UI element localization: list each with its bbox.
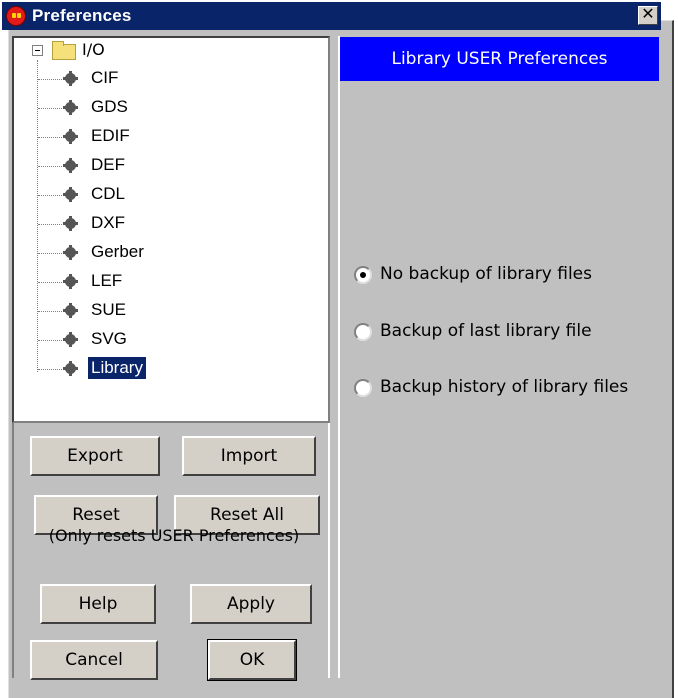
leaf-bullet-icon: [63, 274, 78, 289]
export-button[interactable]: Export: [30, 436, 160, 476]
tree-item-label: SUE: [91, 300, 126, 319]
collapse-icon[interactable]: [32, 45, 43, 56]
reset-note: (Only resets USER Preferences): [48, 526, 300, 545]
tree-item-label: DEF: [91, 155, 125, 174]
radio-label: Backup of last library file: [380, 321, 592, 341]
leaf-bullet-icon: [63, 129, 78, 144]
import-button[interactable]: Import: [182, 436, 316, 476]
radio-button-checked[interactable]: [354, 266, 372, 284]
tree-item-label: Gerber: [91, 242, 144, 261]
cancel-button[interactable]: Cancel: [30, 640, 158, 680]
radio-button[interactable]: [354, 379, 372, 397]
panel-header: Library USER Preferences: [340, 37, 659, 81]
tree-connector: [38, 253, 64, 254]
tree-connector: [38, 108, 64, 109]
tree-connector: [38, 166, 64, 167]
app-icon: [6, 6, 26, 26]
preferences-tree[interactable]: I/O CIF GDS EDIF DEF CDL DXF Gerber LEF …: [12, 36, 330, 423]
help-button[interactable]: Help: [40, 584, 156, 624]
tree-item-label: GDS: [91, 97, 128, 116]
leaf-bullet-icon: [63, 216, 78, 231]
radio-button[interactable]: [354, 323, 372, 341]
tree-connector: [38, 137, 64, 138]
tree-item-label: LEF: [91, 271, 123, 290]
tree-connector: [38, 195, 64, 196]
tree-item-label: CDL: [91, 184, 126, 203]
settings-panel: [338, 36, 658, 678]
tree-connector: [38, 224, 64, 225]
leaf-bullet-icon: [63, 245, 78, 260]
radio-label: Backup history of library files: [380, 377, 629, 397]
tree-connector-line: [37, 60, 38, 372]
ok-button[interactable]: OK: [207, 639, 297, 681]
title-bar[interactable]: Preferences ✕: [2, 2, 661, 30]
leaf-bullet-icon: [63, 332, 78, 347]
tree-connector: [38, 282, 64, 283]
close-icon: ✕: [641, 6, 655, 23]
folder-icon: [52, 41, 76, 60]
tree-connector: [38, 311, 64, 312]
close-button[interactable]: ✕: [638, 6, 658, 25]
leaf-bullet-icon: [63, 100, 78, 115]
tree-connector: [38, 340, 64, 341]
tree-item-label: CIF: [91, 68, 119, 87]
leaf-bullet-icon: [63, 158, 78, 173]
window-title: Preferences: [32, 6, 132, 25]
tree-connector: [38, 79, 64, 80]
tree-node-label: I/O: [82, 40, 105, 59]
tree-item-label: EDIF: [91, 126, 130, 145]
tree-connector: [38, 369, 64, 370]
leaf-bullet-icon: [63, 187, 78, 202]
leaf-bullet-icon: [63, 303, 78, 318]
tree-item-label: Library: [88, 357, 146, 379]
leaf-bullet-icon: [63, 361, 78, 376]
radio-label: No backup of library files: [380, 264, 593, 284]
tree-item-label: DXF: [91, 213, 125, 232]
apply-button[interactable]: Apply: [190, 584, 312, 624]
leaf-bullet-icon: [63, 71, 78, 86]
tree-item-label: SVG: [91, 329, 127, 348]
